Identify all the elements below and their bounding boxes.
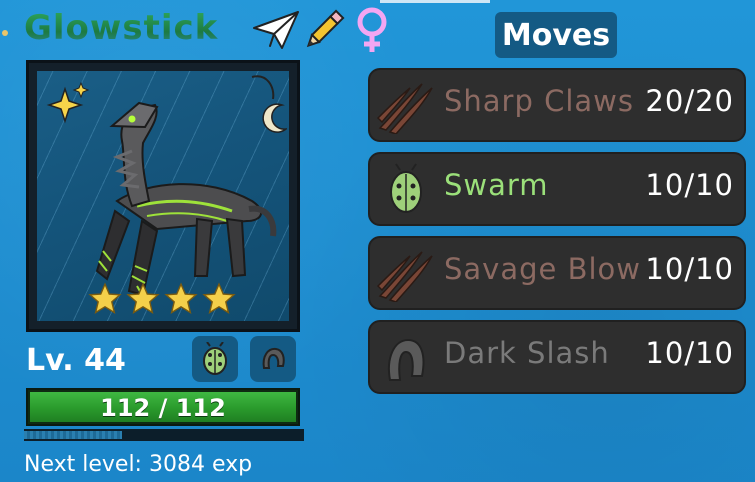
claw-marks-icon <box>376 83 433 134</box>
moves-title: Moves <box>495 12 617 58</box>
move-swarm[interactable]: Swarm 10/10 <box>368 152 746 226</box>
hp-bar: 112 / 112 <box>26 388 300 426</box>
level-label: Lv. 44 <box>26 343 126 378</box>
move-savage-blow[interactable]: Savage Blow 10/10 <box>368 236 746 310</box>
move-name: Savage Blow <box>444 252 641 286</box>
dark-claw-icon <box>262 347 285 369</box>
dark-slash-icon <box>388 338 425 381</box>
claw-marks-icon <box>376 251 433 302</box>
pencil-icon[interactable] <box>300 6 348 58</box>
type-badge-dark[interactable] <box>250 336 296 382</box>
move-dark-slash[interactable]: Dark Slash 10/10 <box>368 320 746 394</box>
move-name: Swarm <box>444 168 549 202</box>
move-pp: 10/10 <box>645 252 734 286</box>
top-indicator-line <box>380 0 490 3</box>
decorative-dot <box>2 30 8 36</box>
paper-plane-icon[interactable] <box>252 10 300 54</box>
star-icon <box>202 282 236 314</box>
star-icon <box>126 282 160 314</box>
move-pp: 10/10 <box>645 168 734 202</box>
female-symbol-icon <box>352 6 392 60</box>
xp-bar-fill <box>24 431 122 439</box>
move-name: Dark Slash <box>444 336 610 370</box>
rarity-stars <box>88 282 236 316</box>
hp-text: 112 / 112 <box>100 394 226 422</box>
xp-bar <box>24 429 304 441</box>
type-badge-bug[interactable] <box>192 336 238 382</box>
moon-icon <box>251 75 287 133</box>
move-name: Sharp Claws <box>444 84 635 118</box>
bug-icon <box>203 342 227 375</box>
star-icon <box>88 282 122 314</box>
move-pp: 10/10 <box>645 336 734 370</box>
star-icon <box>164 282 198 314</box>
next-level-text: Next level: 3084 exp <box>24 452 253 477</box>
move-pp: 20/20 <box>645 84 734 118</box>
move-sharp-claws[interactable]: Sharp Claws 20/20 <box>368 68 746 142</box>
sparkle-icon <box>46 81 90 124</box>
bug-icon <box>390 163 422 213</box>
creature-name: Glowstick <box>24 8 219 48</box>
